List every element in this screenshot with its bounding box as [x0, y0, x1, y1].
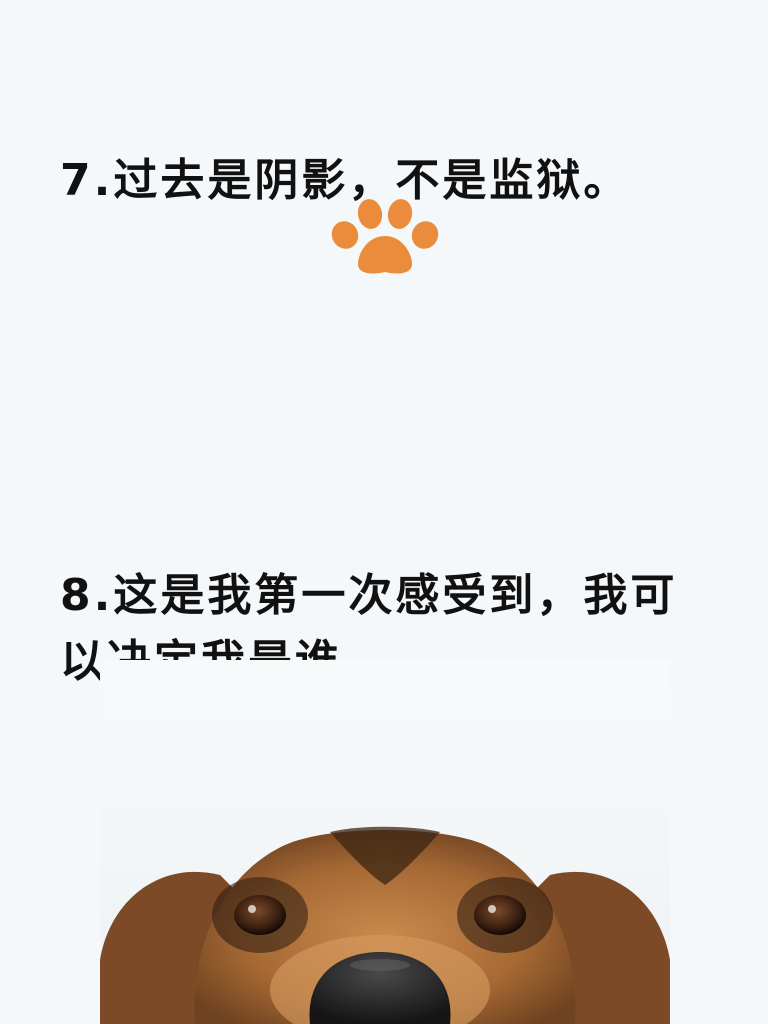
paw-icon: [331, 199, 439, 274]
quote-8-number: 8.: [60, 570, 114, 621]
dog-face-photo: [100, 660, 670, 1024]
quote-7-number: 7.: [60, 155, 114, 206]
page: { "quotes": [ { "number": "7.", "text": …: [0, 0, 768, 1024]
